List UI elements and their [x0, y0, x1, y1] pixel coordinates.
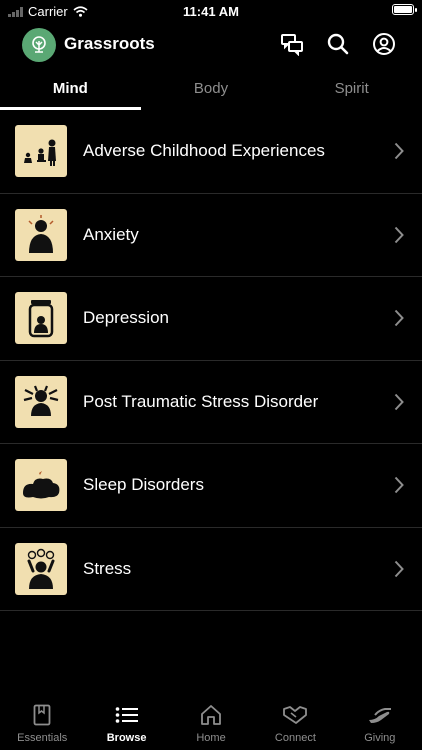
- shattered-head-icon: [15, 375, 67, 428]
- list-item-adverse-childhood-experiences[interactable]: Adverse Childhood Experiences: [0, 110, 422, 194]
- app-title: Grassroots: [64, 34, 155, 53]
- category-tabs: Mind Body Spirit: [0, 72, 422, 110]
- chevron-right-icon: [394, 143, 404, 160]
- tabbar-browse[interactable]: Browse: [84, 700, 168, 750]
- tab-spirit[interactable]: Spirit: [281, 72, 422, 110]
- list-item-label: Adverse Childhood Experiences: [83, 141, 325, 161]
- list-item-label: Anxiety: [83, 224, 139, 244]
- list-item-sleep-disorders[interactable]: Sleep Disorders: [0, 444, 422, 528]
- app-logo-icon: [22, 28, 56, 62]
- list-item-label: Sleep Disorders: [83, 475, 204, 495]
- chat-bubbles-icon[interactable]: [280, 32, 304, 56]
- battery-icon: [392, 4, 417, 15]
- giving-hand-icon: [367, 700, 393, 730]
- stressed-person-icon: [15, 542, 67, 595]
- list-item-label: Post Traumatic Stress Disorder: [83, 391, 319, 411]
- tabbar-connect[interactable]: Connect: [253, 700, 337, 750]
- bottom-tab-bar: Essentials Browse Home Connect Giving: [0, 700, 422, 750]
- chevron-right-icon: [394, 310, 404, 327]
- chevron-right-icon: [394, 560, 404, 577]
- topic-list: Adverse Childhood Experiences Anxiety De…: [0, 110, 422, 611]
- tabbar-label: Browse: [106, 732, 147, 744]
- tabbar-label: Home: [196, 732, 226, 744]
- status-bar: Carrier 11:41 AM: [0, 0, 422, 22]
- person-in-jar-icon: [15, 292, 67, 345]
- header-actions: [280, 32, 396, 56]
- list-icon: [115, 700, 139, 730]
- tab-mind[interactable]: Mind: [0, 72, 141, 110]
- tabbar-giving[interactable]: Giving: [338, 700, 422, 750]
- chevron-right-icon: [394, 477, 404, 494]
- tabbar-label: Giving: [364, 732, 396, 744]
- tab-body[interactable]: Body: [141, 72, 282, 110]
- profile-icon[interactable]: [372, 32, 396, 56]
- handshake-icon: [282, 700, 308, 730]
- chevron-right-icon: [394, 226, 404, 243]
- list-item-label: Stress: [83, 558, 132, 578]
- list-item-label: Depression: [83, 308, 169, 328]
- tabbar-essentials[interactable]: Essentials: [0, 700, 84, 750]
- tabbar-label: Essentials: [17, 732, 68, 744]
- list-item-anxiety[interactable]: Anxiety: [0, 194, 422, 277]
- anxious-person-icon: [15, 208, 67, 261]
- list-item-depression[interactable]: Depression: [0, 277, 422, 361]
- sleeping-cloud-icon: [15, 459, 67, 512]
- chevron-right-icon: [394, 393, 404, 410]
- status-time: 11:41 AM: [183, 4, 239, 19]
- list-item-stress[interactable]: Stress: [0, 528, 422, 611]
- tabbar-label: Connect: [274, 732, 316, 744]
- app-header: Grassroots: [0, 24, 422, 64]
- tabbar-home[interactable]: Home: [169, 700, 253, 750]
- list-item-ptsd[interactable]: Post Traumatic Stress Disorder: [0, 361, 422, 444]
- family-silhouette-icon: [15, 125, 67, 178]
- search-icon[interactable]: [326, 32, 350, 56]
- book-icon: [33, 700, 51, 730]
- home-icon: [200, 700, 222, 730]
